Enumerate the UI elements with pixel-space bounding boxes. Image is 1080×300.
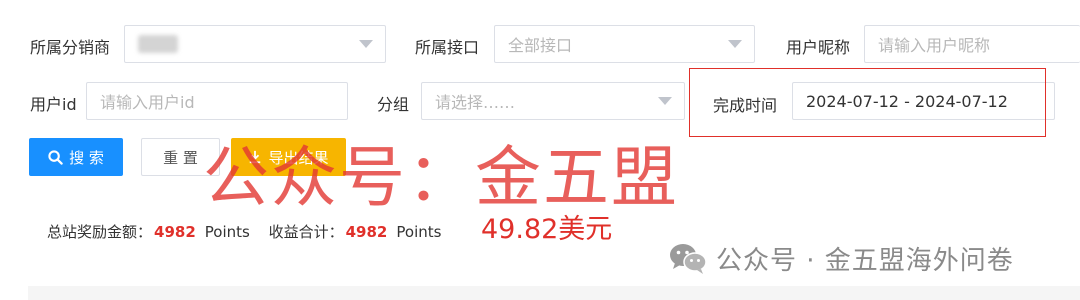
chevron-down-icon: [658, 97, 672, 105]
interface-label: 所属接口: [415, 38, 480, 57]
distributor-label: 所属分销商: [30, 38, 111, 57]
table-area-top-strip: [28, 286, 1080, 300]
search-button[interactable]: 搜 索: [29, 138, 123, 176]
total-reward-label: 总站奖励金额：: [47, 223, 153, 241]
completion-time-highlight-box: [689, 68, 1046, 137]
summary-line: 总站奖励金额： 4982 Points 收益合计： 4982 Points: [47, 221, 441, 242]
wechat-icon: [670, 244, 707, 274]
user-id-placeholder: 请输入用户id: [100, 93, 195, 112]
reset-button-label: 重 置: [163, 148, 198, 167]
interface-select-value: 全部接口: [508, 36, 573, 55]
income-total-label: 收益合计：: [268, 223, 344, 241]
user-id-input[interactable]: 请输入用户id: [86, 82, 348, 120]
group-select-value: 请选择……: [435, 93, 516, 112]
search-button-label: 搜 索: [69, 148, 104, 167]
watermark-big: 公众号：金五盟: [203, 139, 679, 216]
redacted-value: [138, 35, 178, 53]
nickname-label: 用户昵称: [786, 38, 851, 57]
interface-select[interactable]: 全部接口: [494, 25, 755, 63]
nickname-placeholder: 请输入用户昵称: [878, 36, 991, 55]
distributor-select[interactable]: [124, 25, 386, 63]
user-id-label: 用户id: [30, 95, 77, 114]
search-icon: [48, 149, 63, 165]
chevron-down-icon: [728, 40, 742, 48]
income-total-value: 4982: [345, 223, 388, 241]
total-reward-unit: Points: [204, 223, 250, 241]
income-total-unit: Points: [396, 223, 442, 241]
chevron-down-icon: [359, 40, 373, 48]
total-reward-value: 4982: [154, 223, 196, 241]
watermark-small: 公众号 · 金五盟海外问卷: [716, 246, 1014, 276]
group-select[interactable]: 请选择……: [421, 82, 685, 120]
nickname-input[interactable]: 请输入用户昵称: [864, 25, 1080, 63]
group-label: 分组: [377, 95, 410, 114]
